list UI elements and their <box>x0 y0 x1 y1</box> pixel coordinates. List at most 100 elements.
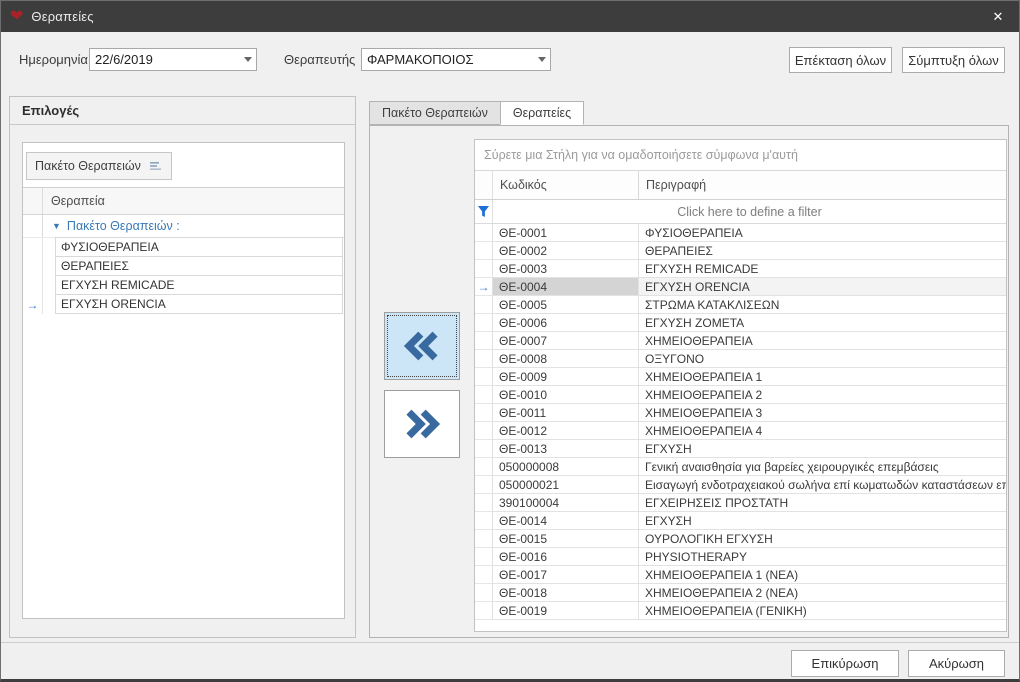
row-code-cell[interactable]: ΘΕ-0011 <box>493 404 639 422</box>
column-header-code[interactable]: Κωδικός <box>493 171 639 199</box>
group-chip-package[interactable]: Πακέτο Θεραπειών <box>26 152 172 180</box>
table-row[interactable]: ΘΕ-0015 ΟΥΡΟΛΟΓΙΚΗ ΕΓΧΥΣΗ <box>475 530 1006 548</box>
table-row[interactable]: ΘΕ-0014 ΕΓΧΥΣΗ <box>475 512 1006 530</box>
row-code-cell[interactable]: ΘΕ-0012 <box>493 422 639 440</box>
row-description-cell[interactable]: ΧΗΜΕΙΟΘΕΡΑΠΕΙΑ (ΓΕΝΙΚΗ) <box>639 602 1006 620</box>
tree-column-header[interactable]: Θεραπεία <box>23 188 344 215</box>
row-description-cell[interactable]: ΟΞΥΓΟΝΟ <box>639 350 1006 368</box>
therapist-select[interactable]: ΦΑΡΜΑΚΟΠΟΙΟΣ <box>361 48 551 71</box>
table-row[interactable]: ΘΕ-0012 ΧΗΜΕΙΟΘΕΡΑΠΕΙΑ 4 <box>475 422 1006 440</box>
row-code-cell[interactable]: ΘΕ-0002 <box>493 242 639 260</box>
close-icon[interactable]: ✕ <box>977 1 1019 32</box>
table-row[interactable]: ΘΕ-0006 ΕΓΧΥΣΗ ΖΟΜΕΤΑ <box>475 314 1006 332</box>
row-description-cell[interactable]: ΕΓΧΕΙΡΗΣΕΙΣ ΠΡΟΣΤΑΤΗ <box>639 494 1006 512</box>
table-row[interactable]: ΘΕ-0007 ΧΗΜΕΙΟΘΕΡΑΠΕΙΑ <box>475 332 1006 350</box>
move-selected-left-button[interactable] <box>384 312 460 380</box>
expand-all-button[interactable]: Επέκταση όλων <box>789 47 892 73</box>
table-row[interactable]: ΘΕ-0003 ΕΓΧΥΣΗ REMICADE <box>475 260 1006 278</box>
row-description-cell[interactable]: ΕΓΧΥΣΗ ΖΟΜΕΤΑ <box>639 314 1006 332</box>
table-row[interactable]: 390100004 ΕΓΧΕΙΡΗΣΕΙΣ ΠΡΟΣΤΑΤΗ <box>475 494 1006 512</box>
row-code-cell[interactable]: ΘΕ-0005 <box>493 296 639 314</box>
list-item[interactable]: ΘΕΡΑΠΕΙΕΣ <box>23 257 344 276</box>
table-row[interactable]: ΘΕ-0002 ΘΕΡΑΠΕΙΕΣ <box>475 242 1006 260</box>
row-code-cell[interactable]: ΘΕ-0013 <box>493 440 639 458</box>
item-label[interactable]: ΦΥΣΙΟΘΕΡΑΠΕΙΑ <box>55 237 343 257</box>
chevron-down-icon[interactable] <box>533 49 550 70</box>
collapse-all-button[interactable]: Σύμπτυξη όλων <box>902 47 1005 73</box>
row-description-cell[interactable]: ΟΥΡΟΛΟΓΙΚΗ ΕΓΧΥΣΗ <box>639 530 1006 548</box>
row-code-cell[interactable]: ΘΕ-0016 <box>493 548 639 566</box>
row-code-cell[interactable]: ΘΕ-0008 <box>493 350 639 368</box>
window-title: Θεραπείες <box>31 9 93 24</box>
row-code-cell[interactable]: ΘΕ-0017 <box>493 566 639 584</box>
row-description-cell[interactable]: ΕΓΧΥΣΗ <box>639 440 1006 458</box>
row-code-cell[interactable]: ΘΕ-0015 <box>493 530 639 548</box>
table-row[interactable]: 050000021 Εισαγωγή ενδοτραχειακού σωλήνα… <box>475 476 1006 494</box>
table-row[interactable]: ΘΕ-0019 ΧΗΜΕΙΟΘΕΡΑΠΕΙΑ (ΓΕΝΙΚΗ) <box>475 602 1006 620</box>
item-label[interactable]: ΕΓΧΥΣΗ ORENCIA <box>55 294 343 314</box>
row-code-cell[interactable]: ΘΕ-0010 <box>493 386 639 404</box>
row-description-cell[interactable]: Εισαγωγή ενδοτραχειακού σωλήνα επί κωματ… <box>639 476 1006 494</box>
cancel-button[interactable]: Ακύρωση <box>908 650 1005 677</box>
table-row[interactable]: ΘΕ-0018 ΧΗΜΕΙΟΘΕΡΑΠΕΙΑ 2 (ΝΕΑ) <box>475 584 1006 602</box>
row-description-cell[interactable]: ΘΕΡΑΠΕΙΕΣ <box>639 242 1006 260</box>
filter-row[interactable]: Click here to define a filter <box>475 200 1006 224</box>
row-code-cell[interactable]: 050000021 <box>493 476 639 494</box>
row-description-cell[interactable]: ΧΗΜΕΙΟΘΕΡΑΠΕΙΑ 4 <box>639 422 1006 440</box>
table-row[interactable]: → ΘΕ-0004 ΕΓΧΥΣΗ ORENCIA <box>475 278 1006 296</box>
list-item[interactable]: ΦΥΣΙΟΘΕΡΑΠΕΙΑ <box>23 238 344 257</box>
tree-group-row[interactable]: ▼ Πακέτο Θεραπειών : <box>23 215 344 238</box>
filter-funnel-icon[interactable] <box>475 200 493 223</box>
row-code-cell[interactable]: ΘΕ-0009 <box>493 368 639 386</box>
row-code-cell[interactable]: ΘΕ-0018 <box>493 584 639 602</box>
table-row[interactable]: ΘΕ-0010 ΧΗΜΕΙΟΘΕΡΑΠΕΙΑ 2 <box>475 386 1006 404</box>
item-label[interactable]: ΕΓΧΥΣΗ REMICADE <box>55 275 343 295</box>
list-item[interactable]: → ΕΓΧΥΣΗ ORENCIA <box>23 295 344 314</box>
row-code-cell[interactable]: ΘΕ-0004 <box>493 278 639 296</box>
row-code-cell[interactable]: 390100004 <box>493 494 639 512</box>
table-row[interactable]: ΘΕ-0016 PHYSIOTHERAPY <box>475 548 1006 566</box>
row-description-cell[interactable]: ΦΥΣΙΟΘΕΡΑΠΕΙΑ <box>639 224 1006 242</box>
row-code-cell[interactable]: ΘΕ-0007 <box>493 332 639 350</box>
table-row[interactable]: ΘΕ-0017 ΧΗΜΕΙΟΘΕΡΑΠΕΙΑ 1 (ΝΕΑ) <box>475 566 1006 584</box>
row-description-cell[interactable]: ΧΗΜΕΙΟΘΕΡΑΠΕΙΑ 1 <box>639 368 1006 386</box>
row-description-cell[interactable]: ΧΗΜΕΙΟΘΕΡΑΠΕΙΑ 3 <box>639 404 1006 422</box>
row-code-cell[interactable]: ΘΕ-0006 <box>493 314 639 332</box>
row-code-cell[interactable]: 050000008 <box>493 458 639 476</box>
row-description-cell[interactable]: PHYSIOTHERAPY <box>639 548 1006 566</box>
list-item[interactable]: ΕΓΧΥΣΗ REMICADE <box>23 276 344 295</box>
row-code-cell[interactable]: ΘΕ-0003 <box>493 260 639 278</box>
table-row[interactable]: ΘΕ-0008 ΟΞΥΓΟΝΟ <box>475 350 1006 368</box>
tab-package-therapies[interactable]: Πακέτο Θεραπειών <box>369 101 500 125</box>
tree-indicator-column <box>23 188 43 214</box>
row-description-cell[interactable]: ΕΓΧΥΣΗ <box>639 512 1006 530</box>
row-code-cell[interactable]: ΘΕ-0001 <box>493 224 639 242</box>
confirm-button[interactable]: Επικύρωση <box>791 650 899 677</box>
row-description-cell[interactable]: ΕΓΧΥΣΗ ORENCIA <box>639 278 1006 296</box>
row-description-cell[interactable]: Γενική αναισθησία για βαρείες χειρουργικ… <box>639 458 1006 476</box>
item-label[interactable]: ΘΕΡΑΠΕΙΕΣ <box>55 256 343 276</box>
row-code-cell[interactable]: ΘΕ-0019 <box>493 602 639 620</box>
table-row[interactable]: ΘΕ-0005 ΣΤΡΩΜΑ ΚΑΤΑΚΛΙΣΕΩΝ <box>475 296 1006 314</box>
date-picker[interactable]: 22/6/2019 <box>89 48 257 71</box>
row-description-cell[interactable]: ΧΗΜΕΙΟΘΕΡΑΠΕΙΑ 2 (ΝΕΑ) <box>639 584 1006 602</box>
row-description-cell[interactable]: ΧΗΜΕΙΟΘΕΡΑΠΕΙΑ <box>639 332 1006 350</box>
filter-hint-text[interactable]: Click here to define a filter <box>493 200 1006 223</box>
table-row[interactable]: ΘΕ-0009 ΧΗΜΕΙΟΘΕΡΑΠΕΙΑ 1 <box>475 368 1006 386</box>
row-code-cell[interactable]: ΘΕ-0014 <box>493 512 639 530</box>
chevron-down-icon[interactable] <box>239 49 256 70</box>
row-description-cell[interactable]: ΕΓΧΥΣΗ REMICADE <box>639 260 1006 278</box>
table-row[interactable]: 050000008 Γενική αναισθησία για βαρείες … <box>475 458 1006 476</box>
table-row[interactable]: ΘΕ-0011 ΧΗΜΕΙΟΘΕΡΑΠΕΙΑ 3 <box>475 404 1006 422</box>
row-description-cell[interactable]: ΧΗΜΕΙΟΘΕΡΑΠΕΙΑ 1 (ΝΕΑ) <box>639 566 1006 584</box>
row-description-cell[interactable]: ΣΤΡΩΜΑ ΚΑΤΑΚΛΙΣΕΩΝ <box>639 296 1006 314</box>
column-header-description[interactable]: Περιγραφή <box>639 171 1006 199</box>
tab-therapies[interactable]: Θεραπείες <box>500 101 584 125</box>
row-description-cell[interactable]: ΧΗΜΕΙΟΘΕΡΑΠΕΙΑ 2 <box>639 386 1006 404</box>
table-row[interactable]: ΘΕ-0013 ΕΓΧΥΣΗ <box>475 440 1006 458</box>
collapse-caret-icon[interactable]: ▼ <box>52 221 61 231</box>
row-indicator-cell <box>475 260 493 278</box>
group-by-hint[interactable]: Σύρετε μια Στήλη για να ομαδοποιήσετε σύ… <box>475 140 1006 171</box>
table-row[interactable]: ΘΕ-0001 ΦΥΣΙΟΘΕΡΑΠΕΙΑ <box>475 224 1006 242</box>
move-selected-right-button[interactable] <box>384 390 460 458</box>
